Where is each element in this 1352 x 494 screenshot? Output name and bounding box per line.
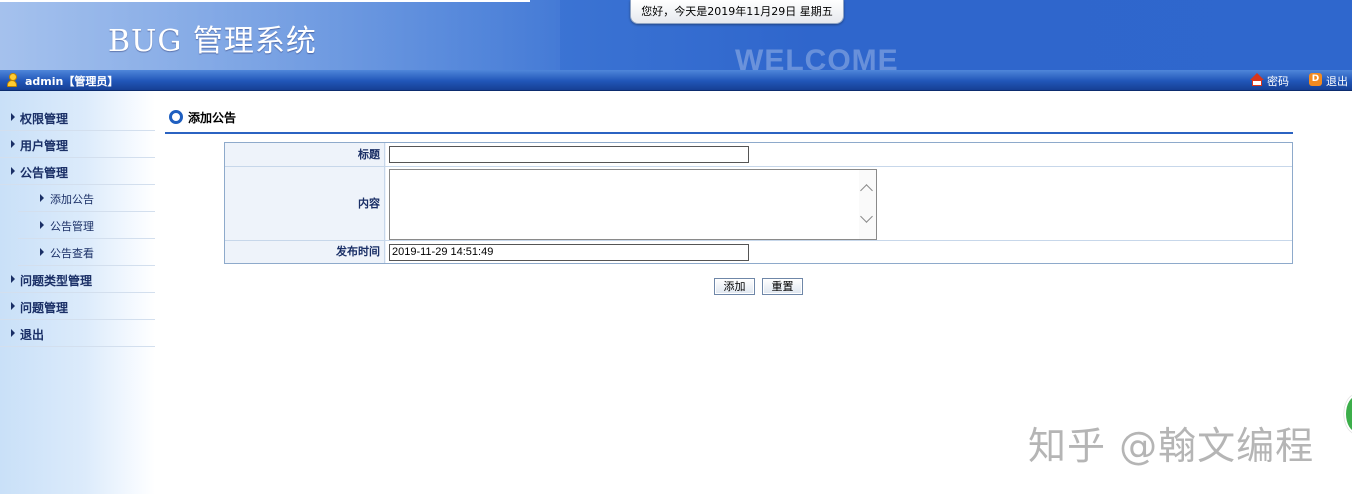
submenu-item-label: 添加公告 [50, 193, 94, 206]
caret-right-icon [40, 248, 44, 256]
header-topline [0, 0, 530, 2]
home-icon[interactable] [1250, 73, 1264, 86]
sidebar-item-label: 问题类型管理 [20, 274, 93, 288]
submenu-item-label: 公告管理 [50, 220, 94, 233]
submenu-item-view-announcements[interactable]: 公告查看 [18, 239, 155, 266]
welcome-watermark: WELCOME [735, 44, 899, 70]
caret-right-icon [11, 113, 15, 121]
announcement-form: 标题 内容 发布时间 2019-11-29 14:51:49 [224, 142, 1293, 264]
ring-icon [169, 110, 183, 124]
app-title: BUG 管理系统 [108, 24, 317, 59]
sidebar-item-label: 公告管理 [20, 166, 69, 180]
title-label: 标题 [225, 143, 385, 166]
sidebar-item-permissions[interactable]: 权限管理 [0, 104, 155, 131]
sidebar-item-issue-types[interactable]: 问题类型管理 [0, 266, 155, 293]
content-textarea[interactable] [389, 169, 877, 240]
user-icon [7, 73, 17, 87]
caret-right-icon [11, 302, 15, 310]
textarea-scrollbar[interactable] [859, 170, 876, 239]
sidebar-item-label: 退出 [20, 328, 45, 342]
watermark: 知乎 @翰文编程 [1028, 424, 1315, 468]
submenu-item-manage-announcements[interactable]: 公告管理 [18, 212, 155, 239]
caret-right-icon [11, 167, 15, 175]
sidebar-item-label: 用户管理 [20, 139, 69, 153]
time-cell: 2019-11-29 14:51:49 [386, 241, 1292, 263]
caret-right-icon [11, 329, 15, 337]
time-label: 发布时间 [225, 241, 385, 263]
page-title: 添加公告 [188, 111, 237, 125]
sidebar-item-label: 权限管理 [20, 112, 69, 126]
form-row-title: 标题 [225, 143, 1292, 167]
chevron-up-icon[interactable] [860, 184, 873, 197]
title-input[interactable] [389, 146, 749, 163]
caret-right-icon [40, 221, 44, 229]
chevron-down-icon[interactable] [860, 210, 873, 223]
sidebar-item-logout[interactable]: 退出 [0, 320, 155, 347]
edge-badge-icon[interactable] [1344, 394, 1352, 434]
title-cell [386, 143, 1292, 166]
content-label: 内容 [225, 167, 385, 240]
reset-button[interactable]: 重置 [762, 278, 803, 295]
header-banner: BUG 管理系统 WELCOME 您好，今天是2019年11月29日 星期五 [0, 0, 1352, 70]
password-link[interactable]: 密码 [1267, 73, 1289, 89]
form-row-content: 内容 [225, 167, 1292, 241]
submenu-item-label: 公告查看 [50, 247, 94, 260]
add-button[interactable]: 添加 [714, 278, 755, 295]
sidebar-item-announcements[interactable]: 公告管理 [0, 158, 155, 185]
caret-right-icon [11, 275, 15, 283]
content-cell [386, 167, 1292, 240]
user-bar: admin【管理员】 密码 D 退出 [0, 70, 1352, 91]
submenu-item-add-announcement[interactable]: 添加公告 [18, 185, 155, 212]
sidebar: 权限管理 用户管理 公告管理 添加公告 公告管理 公告查看 问题类型管理 问题管… [0, 91, 155, 494]
date-display: 您好，今天是2019年11月29日 星期五 [630, 0, 844, 24]
sidebar-item-label: 问题管理 [20, 301, 69, 315]
username-label: admin【管理员】 [25, 75, 119, 88]
caret-right-icon [11, 140, 15, 148]
sidebar-item-issues[interactable]: 问题管理 [0, 293, 155, 320]
publish-time-input[interactable]: 2019-11-29 14:51:49 [389, 244, 749, 261]
logout-link[interactable]: 退出 [1326, 73, 1348, 89]
section-header: 添加公告 [165, 106, 1293, 134]
form-row-time: 发布时间 2019-11-29 14:51:49 [225, 241, 1292, 263]
sidebar-item-users[interactable]: 用户管理 [0, 131, 155, 158]
exit-icon[interactable]: D [1309, 73, 1322, 86]
caret-right-icon [40, 194, 44, 202]
